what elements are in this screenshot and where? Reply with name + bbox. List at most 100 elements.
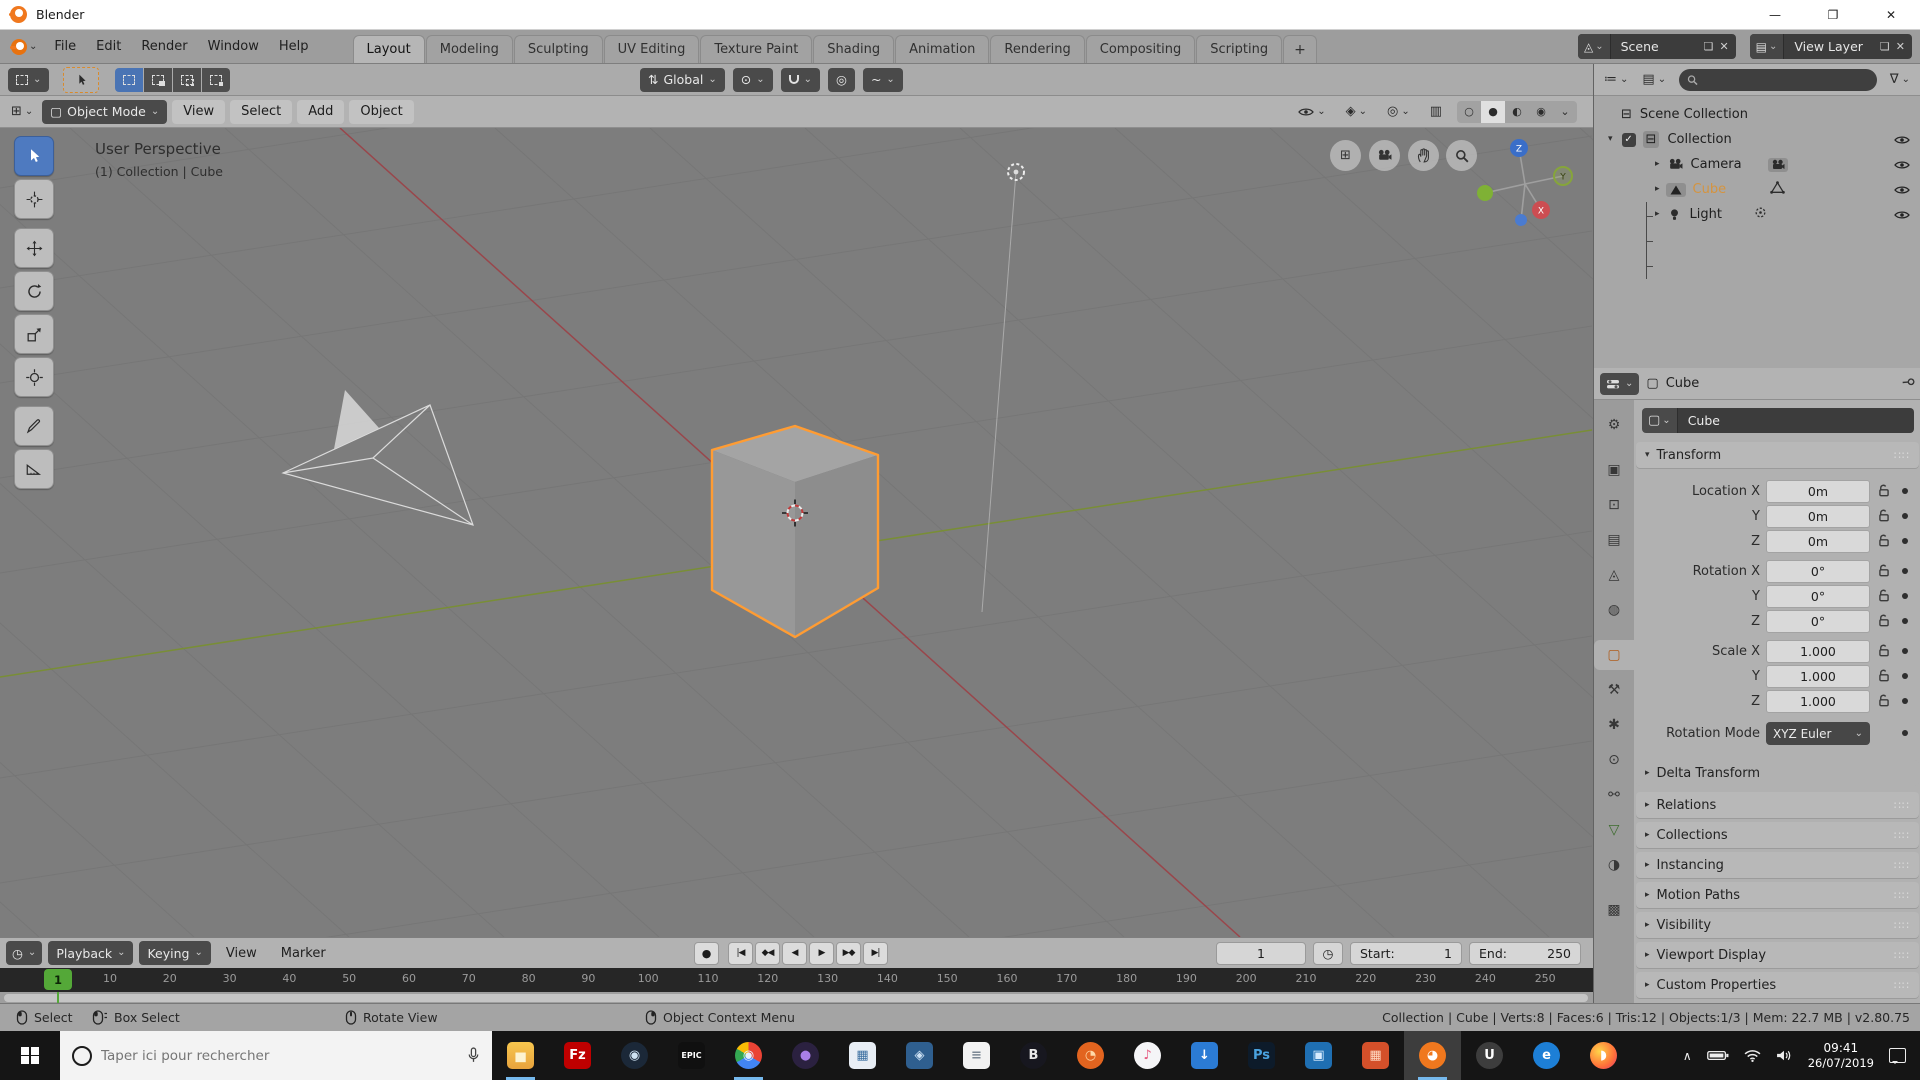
animate-dot[interactable] [1902, 538, 1908, 544]
tab-object[interactable]: ▢ [1594, 640, 1634, 670]
editor-type-dropdown[interactable]: ⊞ ⌄ [6, 104, 38, 119]
taskbar-clock[interactable]: 09:41 26/07/2019 [1808, 1041, 1874, 1071]
expand-icon[interactable]: ▸ [1655, 210, 1660, 219]
maximize-button[interactable]: ❐ [1804, 0, 1862, 29]
location-z-field[interactable]: 0m [1766, 530, 1870, 553]
timeline-editor-type-dropdown[interactable]: ◷ ⌄ [6, 941, 43, 965]
pin-icon[interactable] [1897, 373, 1918, 394]
taskbar-app-chrome[interactable]: ◉ [720, 1031, 777, 1080]
select-mode-extend-button[interactable] [144, 67, 173, 92]
rotation-y-field[interactable]: 0° [1766, 585, 1870, 608]
tab-layout[interactable]: Layout [352, 35, 425, 63]
cursor-tool-button[interactable] [14, 179, 54, 219]
lock-icon[interactable] [1877, 614, 1891, 632]
falloff-dropdown[interactable]: ~ ⌄ [862, 67, 903, 92]
blender-app-menu[interactable]: ⌄ [4, 34, 44, 60]
select-mode-invert-button[interactable] [202, 67, 231, 92]
collection-checkbox[interactable]: ✓ [1621, 132, 1636, 147]
wifi-icon[interactable] [1744, 1049, 1761, 1062]
keying-menu[interactable]: Keying ⌄ [139, 941, 211, 965]
tab-view-layer[interactable]: ▤ [1594, 525, 1634, 555]
rotation-z-field[interactable]: 0° [1766, 610, 1870, 633]
play-button[interactable]: ▶ [809, 941, 834, 965]
active-tool-dropdown[interactable]: ⌄ [8, 67, 50, 92]
tab-compositing[interactable]: Compositing [1085, 35, 1196, 63]
tab-output[interactable]: ⊡ [1594, 490, 1634, 520]
viewport-menu-object[interactable]: Object [349, 99, 414, 124]
shading-dropdown[interactable]: ⌄ [1553, 101, 1577, 123]
outliner-row-collection[interactable]: ▾ ✓ ⊟ Collection [1594, 127, 1920, 152]
next-keyframe-button[interactable]: ▶◆ [836, 941, 861, 965]
taskbar-app-epic-games[interactable]: EPIC [663, 1031, 720, 1080]
taskbar-app-steam[interactable]: ◉ [606, 1031, 663, 1080]
tab-modifiers[interactable]: ⚒ [1594, 675, 1634, 705]
measure-tool-button[interactable] [14, 449, 54, 489]
shading-rendered-button[interactable]: ◉ [1529, 101, 1553, 123]
tab-animation[interactable]: Animation [895, 35, 990, 63]
taskbar-app-blender[interactable]: ◕ [1404, 1031, 1461, 1080]
taskbar-app-file-explorer[interactable]: ▅ [492, 1031, 549, 1080]
hide-toggle[interactable] [1894, 184, 1910, 199]
menu-edit[interactable]: Edit [86, 35, 131, 58]
new-view-layer-icon[interactable]: ❏ [1880, 40, 1890, 53]
xray-toggle[interactable]: ▥ [1425, 104, 1447, 119]
select-mode-set-button[interactable] [115, 67, 144, 92]
taskbar-app-firefox[interactable]: ◗ [1575, 1031, 1632, 1080]
scene-name-field[interactable]: Scene [1611, 39, 1697, 54]
transform-tool-button[interactable] [14, 357, 54, 397]
shading-solid-button[interactable]: ● [1481, 100, 1505, 123]
jump-to-start-button[interactable]: |◀ [728, 941, 753, 965]
menu-help[interactable]: Help [269, 35, 319, 58]
taskbar-app-u-app[interactable]: U [1461, 1031, 1518, 1080]
play-reverse-button[interactable]: ◀ [782, 941, 807, 965]
animate-dot[interactable] [1902, 648, 1908, 654]
lock-icon[interactable] [1877, 484, 1891, 502]
tab-material[interactable]: ◑ [1594, 850, 1634, 880]
display-mode-dropdown[interactable]: ▤ ⌄ [1637, 72, 1671, 87]
scale-x-field[interactable]: 1.000 [1766, 640, 1870, 663]
tab-particles[interactable]: ✱ [1594, 710, 1634, 740]
taskbar-app-notepad[interactable]: ≡ [948, 1031, 1005, 1080]
pan-view-button[interactable] [1408, 140, 1439, 171]
panel-collections[interactable]: ▸ Collections ∷∷ [1636, 822, 1919, 848]
prev-keyframe-button[interactable]: ◆◀ [755, 941, 780, 965]
hide-toggle[interactable] [1894, 134, 1910, 149]
panel-viewport-display[interactable]: ▸ Viewport Display ∷∷ [1636, 942, 1919, 968]
tab-object-data[interactable]: ▽ [1594, 815, 1634, 845]
gizmos-dropdown[interactable]: ◈ ⌄ [1341, 104, 1372, 119]
tweak-tool-button[interactable] [63, 66, 100, 93]
animate-dot[interactable] [1902, 698, 1908, 704]
scale-y-field[interactable]: 1.000 [1766, 665, 1870, 688]
tab-shading[interactable]: Shading [813, 35, 895, 63]
timeline-ruler[interactable]: 1 10 20 30 40 50 60 70 80 90 100 110 120 130 140 150 16… [0, 968, 1593, 992]
timeline-scrollbar[interactable] [4, 994, 1588, 1002]
lock-icon[interactable] [1877, 564, 1891, 582]
scale-z-field[interactable]: 1.000 [1766, 690, 1870, 713]
taskbar-app-media-player[interactable]: ♪ [1119, 1031, 1176, 1080]
taskbar-app-blue-app[interactable]: ◈ [891, 1031, 948, 1080]
shading-wireframe-button[interactable]: ○ [1457, 101, 1481, 123]
taskbar-app-blue-arrow-app[interactable]: ↓ [1176, 1031, 1233, 1080]
panel-relations[interactable]: ▸ Relations ∷∷ [1636, 792, 1919, 818]
view-menu[interactable]: View [217, 946, 266, 961]
rotation-x-field[interactable]: 0° [1766, 560, 1870, 583]
unlink-scene-icon[interactable]: ✕ [1719, 40, 1728, 53]
action-center-icon[interactable] [1889, 1048, 1906, 1064]
persp-ortho-button[interactable]: ⊞ [1330, 140, 1361, 171]
taskbar-app-blue-square-app[interactable]: ▣ [1290, 1031, 1347, 1080]
outliner-row-camera[interactable]: ▸ Camera [1594, 152, 1920, 177]
tab-texture[interactable]: ▩ [1594, 895, 1634, 925]
tab-modeling[interactable]: Modeling [425, 35, 513, 63]
animate-dot[interactable] [1902, 568, 1908, 574]
lock-icon[interactable] [1877, 694, 1891, 712]
filter-dropdown[interactable]: ∇ ⌄ [1885, 72, 1915, 87]
animate-dot[interactable] [1902, 673, 1908, 679]
location-x-field[interactable]: 0m [1766, 480, 1870, 503]
record-button[interactable]: ● [694, 941, 719, 965]
expand-icon[interactable]: ▸ [1655, 160, 1660, 169]
object-name-field[interactable]: Cube [1677, 408, 1914, 433]
overlays-dropdown[interactable]: ◎ ⌄ [1382, 104, 1415, 119]
tab-render[interactable]: ▣ [1594, 455, 1634, 485]
outliner-editor-type-dropdown[interactable]: ≔ ⌄ [1599, 72, 1633, 87]
current-frame-field[interactable]: 1 [1216, 941, 1306, 965]
